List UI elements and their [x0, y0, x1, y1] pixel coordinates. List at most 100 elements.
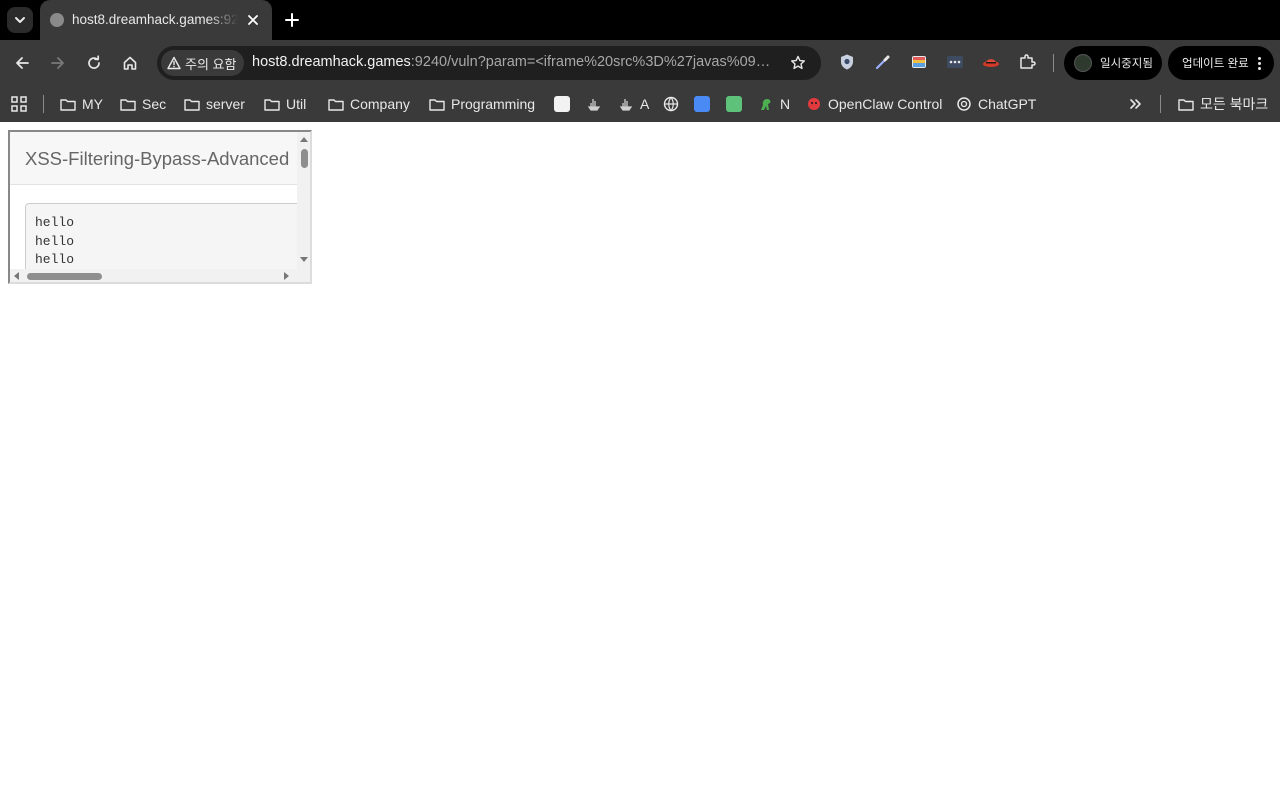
chevron-double-right-icon [1130, 99, 1141, 109]
bookmark-openclaw[interactable]: OpenClaw Control [806, 92, 942, 116]
rainbow-icon [912, 56, 926, 68]
bookmark-folder-company[interactable]: Company [328, 92, 410, 116]
security-status-chip[interactable]: 주의 요함 [161, 50, 245, 76]
forward-button[interactable] [46, 51, 70, 75]
bookmark-label: MY [82, 96, 103, 112]
reload-icon [88, 55, 100, 69]
tab-close-button[interactable] [245, 12, 261, 28]
bookmark-folder-programming[interactable]: Programming [429, 92, 535, 116]
security-label: 주의 요함 [185, 56, 237, 72]
folder-icon [1178, 98, 1194, 111]
folder-icon [184, 98, 200, 111]
extension-hat[interactable] [981, 52, 1001, 72]
kebab-menu-icon [1255, 56, 1265, 70]
active-tab[interactable]: host8.dreamhack.games:9240/vuln?param= [40, 0, 272, 40]
bookmark-sync[interactable] [554, 92, 570, 116]
bookmark-star-button[interactable] [787, 52, 809, 74]
red-hat-icon [983, 59, 999, 67]
embedded-iframe[interactable]: XSS-Filtering-Bypass-Advanced hello hell… [8, 130, 312, 284]
bookmark-translate[interactable] [694, 92, 710, 116]
profile-button[interactable]: 일시중지됨 [1064, 46, 1162, 80]
reload-button[interactable] [82, 51, 106, 75]
url-path: :9240/vuln?param=<iframe%20src%3D%27java… [410, 54, 771, 70]
arrow-right-icon [51, 57, 64, 69]
plus-icon [285, 13, 299, 27]
bookmark-folder-server[interactable]: server [184, 92, 245, 116]
avatar [1074, 54, 1092, 72]
iframe-viewport: XSS-Filtering-Bypass-Advanced hello hell… [10, 132, 297, 269]
page-content: XSS-Filtering-Bypass-Advanced hello hell… [0, 122, 1280, 800]
toolbar-divider [1053, 54, 1054, 72]
bookmark-ship-a[interactable]: A [618, 92, 649, 116]
bookmark-folder-my[interactable]: MY [60, 92, 103, 116]
globe-icon [663, 96, 679, 112]
puzzle-icon [1020, 54, 1036, 69]
folder-icon [120, 98, 136, 111]
scrollbar-corner [297, 269, 310, 282]
star-icon [791, 55, 805, 70]
back-button[interactable] [10, 51, 34, 75]
green-app-icon [726, 96, 742, 112]
bookmark-label: Programming [451, 96, 536, 112]
home-icon [123, 56, 137, 70]
bookmark-chatgpt[interactable]: ChatGPT [956, 92, 1036, 116]
extensions-menu-button[interactable] [1017, 52, 1037, 72]
bookmark-globe[interactable] [663, 92, 679, 116]
horizontal-scroll-thumb[interactable] [27, 273, 102, 280]
chatgpt-icon [957, 97, 971, 111]
all-bookmarks-folder[interactable]: 모든 북마크 [1178, 92, 1268, 116]
url-text[interactable]: host8.dreamhack.games:9240/vuln?param=<i… [252, 54, 782, 72]
sync-logo-icon [554, 96, 570, 112]
claw-icon [808, 98, 820, 110]
extension-dots[interactable] [945, 52, 965, 72]
bookmark-label: Company [350, 96, 410, 112]
bookmark-folder-util[interactable]: Util [264, 92, 306, 116]
bookmark-label: server [206, 96, 245, 112]
scroll-down-arrow-icon[interactable] [300, 257, 308, 262]
scroll-up-arrow-icon[interactable] [300, 137, 308, 142]
bookmark-label: Sec [142, 96, 167, 112]
scroll-left-arrow-icon[interactable] [14, 272, 19, 280]
folder-icon [328, 98, 344, 111]
eyedropper-icon [875, 55, 890, 70]
horizontal-scrollbar[interactable] [10, 269, 297, 282]
bookmarks-divider [1160, 95, 1161, 113]
page-title: XSS-Filtering-Bypass-Advanced [25, 148, 290, 169]
bookmarks-overflow-button[interactable] [1128, 92, 1144, 116]
bookmark-green[interactable] [726, 92, 742, 116]
extension-rainbow[interactable] [909, 52, 929, 72]
ship-icon [587, 99, 601, 111]
tab-search-button[interactable] [7, 7, 33, 33]
browser-toolbar: 주의 요함 host8.dreamhack.games:9240/vuln?pa… [0, 40, 1280, 86]
tab-title: host8.dreamhack.games:9240/vuln?param= [72, 12, 238, 27]
bookmark-n[interactable]: N [758, 92, 790, 116]
update-menu-button[interactable]: 업데이트 완료 [1168, 46, 1274, 80]
vertical-scrollbar[interactable] [297, 132, 310, 269]
extension-dropper[interactable] [873, 52, 893, 72]
update-status-label: 업데이트 완료 [1182, 58, 1249, 70]
scroll-right-arrow-icon[interactable] [284, 272, 289, 280]
address-bar[interactable]: 주의 요함 host8.dreamhack.games:9240/vuln?pa… [157, 46, 821, 80]
bookmark-ship-1[interactable] [586, 92, 602, 116]
new-tab-button[interactable] [280, 8, 304, 32]
output-pre-block: hello hello hello [25, 203, 297, 269]
extension-shield[interactable] [837, 52, 857, 72]
bookmark-label: A [640, 96, 650, 112]
vertical-scroll-thumb[interactable] [301, 149, 308, 168]
card-header: XSS-Filtering-Bypass-Advanced [10, 132, 297, 185]
bookmark-label: ChatGPT [978, 96, 1037, 112]
folder-icon [264, 98, 280, 111]
folder-icon [429, 98, 445, 111]
apps-button[interactable] [10, 92, 28, 116]
dino-icon [761, 99, 771, 110]
ship-icon [619, 99, 633, 111]
url-host: host8.dreamhack.games [252, 54, 411, 70]
bookmark-label: Util [286, 96, 307, 112]
all-bookmarks-label: 모든 북마크 [1200, 96, 1269, 112]
bookmark-folder-sec[interactable]: Sec [120, 92, 166, 116]
close-icon [248, 15, 258, 25]
chevron-down-icon [15, 17, 25, 23]
bookmarks-divider [43, 95, 44, 113]
apps-grid-icon [11, 96, 27, 112]
home-button[interactable] [118, 51, 142, 75]
